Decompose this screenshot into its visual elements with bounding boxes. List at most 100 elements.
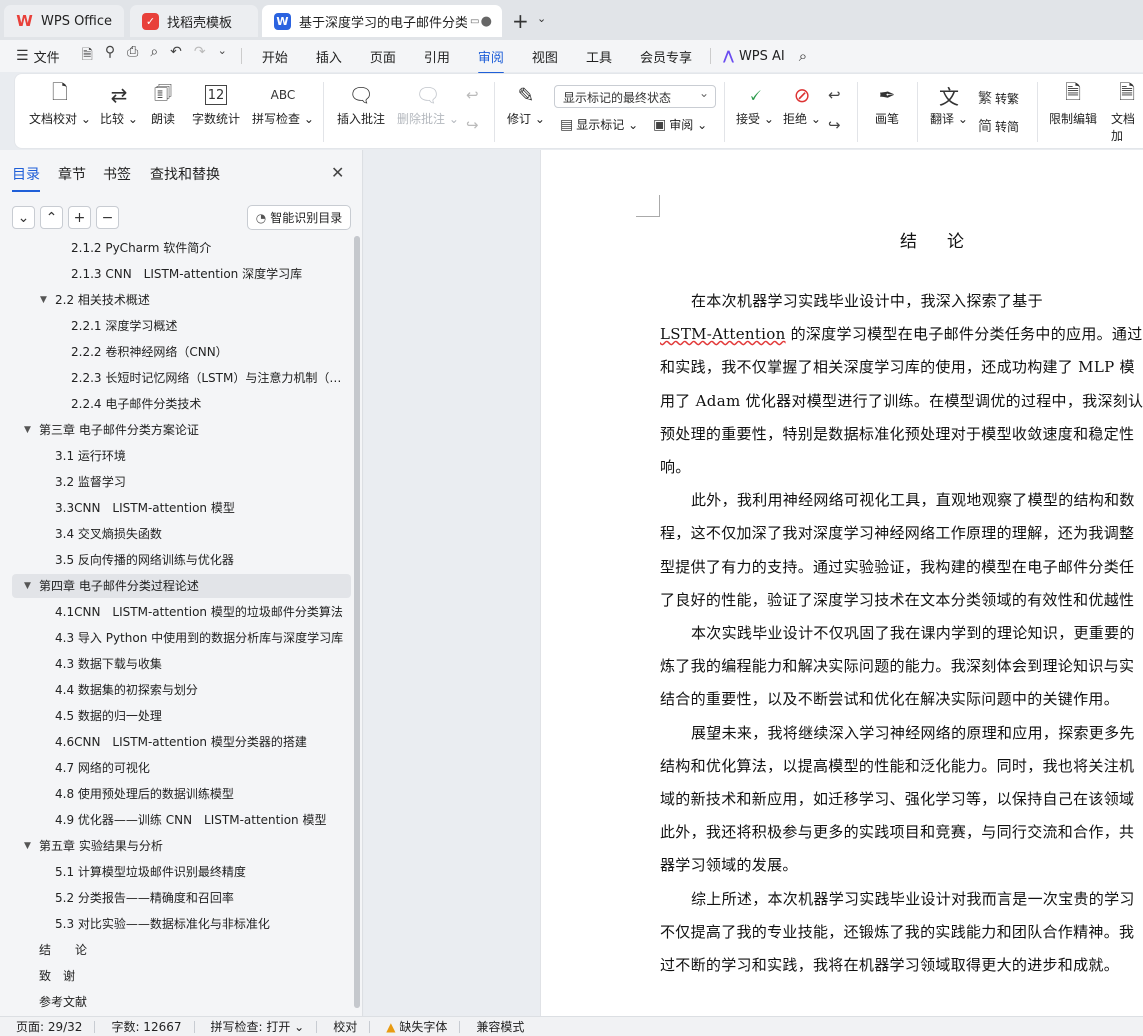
save-icon[interactable]: 🗎: [82, 44, 93, 68]
toc-item[interactable]: 2.2.1 深度学习概述: [12, 314, 351, 338]
redo-icon[interactable]: ↷: [194, 44, 206, 68]
toc-item[interactable]: 4.4 数据集的初探索与划分: [12, 678, 351, 702]
toc-item[interactable]: 4.8 使用预处理后的数据训练模型: [12, 782, 351, 806]
delete-comment-button[interactable]: 🗨 删除批注 ⌄: [397, 80, 459, 127]
toc-item[interactable]: 4.6CNN LISTM-attention 模型分类器的搭建: [12, 730, 351, 754]
prev-comment-icon[interactable]: ↩: [466, 86, 479, 104]
tab-bookmarks[interactable]: 书签: [103, 164, 131, 184]
remove-heading-button[interactable]: −: [96, 206, 119, 229]
print-icon[interactable]: ⎙: [127, 44, 138, 68]
menu-page[interactable]: 页面: [370, 47, 396, 66]
menu-review[interactable]: 审阅: [477, 47, 504, 74]
toc-item[interactable]: 4.3 导入 Python 中使用到的数据分析库与深度学习库: [12, 626, 351, 650]
compare-button[interactable]: ⇄ 比较 ⌄: [100, 80, 138, 127]
menu-home[interactable]: 开始: [262, 47, 288, 66]
toc-item[interactable]: ▼ 第五章 实验结果与分析: [12, 834, 351, 858]
next-change-icon[interactable]: ↪: [828, 116, 841, 134]
tab-sections[interactable]: 章节: [58, 164, 86, 184]
next-comment-icon[interactable]: ↪: [466, 116, 479, 134]
tab-docer[interactable]: ✓ 找稻壳模板: [130, 5, 258, 37]
toc-item[interactable]: 4.3 数据下载与收集: [12, 652, 351, 676]
encrypt-button[interactable]: 🗎 文档加: [1111, 80, 1143, 144]
search-icon[interactable]: ⌕: [799, 47, 807, 65]
toc-item[interactable]: 5.3 对比实验——数据标准化与非标准化: [12, 912, 351, 936]
word-count-button[interactable]: 12 字数统计: [192, 80, 240, 127]
ink-button[interactable]: ✒ 画笔: [875, 80, 899, 127]
smart-toc-button[interactable]: ◔ 智能识别目录: [247, 205, 351, 230]
tab-list-chevron-icon[interactable]: ⌄: [537, 12, 546, 25]
read-aloud-button[interactable]: 🗊 朗读: [151, 80, 175, 127]
unsaved-dot-icon[interactable]: ●: [481, 14, 492, 29]
word-count-status[interactable]: 字数: 12667: [111, 1018, 181, 1035]
show-markup-button[interactable]: ▤ 显示标记 ⌄: [560, 116, 638, 133]
hamburger-icon[interactable]: ☰: [16, 48, 29, 64]
accept-button[interactable]: 🗸 接受 ⌄: [736, 80, 774, 127]
toc-item[interactable]: 参考文献: [12, 990, 351, 1014]
toc-item[interactable]: 3.1 运行环境: [12, 444, 351, 468]
toc-item[interactable]: 2.2.4 电子邮件分类技术: [12, 392, 351, 416]
toc-item[interactable]: ▼ 2.2 相关技术概述: [12, 288, 351, 312]
menu-references[interactable]: 引用: [424, 47, 450, 66]
missing-font-status[interactable]: ▲ 缺失字体: [386, 1018, 447, 1035]
menu-member[interactable]: 会员专享: [640, 47, 692, 66]
toc-item[interactable]: 3.2 监督学习: [12, 470, 351, 494]
more-chevron-icon[interactable]: ⌄: [218, 44, 227, 68]
spell-check-status[interactable]: 拼写检查: 打开 ⌄: [211, 1018, 305, 1035]
toc-item[interactable]: 2.2.3 长短时记忆网络（LSTM）与注意力机制（Attention）: [12, 366, 351, 390]
scrollbar-thumb[interactable]: [354, 236, 360, 1008]
review-pane-button[interactable]: ▣ 审阅 ⌄: [653, 116, 707, 133]
toc-item[interactable]: 结 论: [12, 938, 351, 962]
page-indicator[interactable]: 页面: 29/32: [16, 1018, 82, 1035]
new-tab-button[interactable]: +: [512, 9, 529, 33]
share-icon[interactable]: ⚲: [105, 44, 115, 68]
tab-document[interactable]: W 基于深度学习的电子邮件分类 ▭ ●: [262, 5, 502, 37]
add-heading-button[interactable]: +: [68, 206, 91, 229]
compat-mode-status[interactable]: 兼容模式: [476, 1018, 524, 1035]
toc-item[interactable]: 3.3CNN LISTM-attention 模型: [12, 496, 351, 520]
toc-item[interactable]: ▼ 第四章 电子邮件分类过程论述: [12, 574, 351, 598]
toc-item[interactable]: 3.5 反向传播的网络训练与优化器: [12, 548, 351, 572]
menu-tools[interactable]: 工具: [586, 47, 612, 66]
restrict-edit-button[interactable]: 🗎 限制编辑: [1049, 80, 1097, 127]
tab-find-replace[interactable]: 查找和替换: [150, 164, 220, 184]
markup-mode-select[interactable]: 显示标记的最终状态: [554, 85, 716, 108]
toc-item[interactable]: 4.7 网络的可视化: [12, 756, 351, 780]
file-menu[interactable]: 文件: [34, 47, 60, 66]
revise-button[interactable]: ✎ 修订 ⌄: [507, 80, 545, 127]
to-traditional-button[interactable]: 繁 转繁: [978, 88, 1019, 108]
toc-item[interactable]: 2.2.2 卷积神经网络（CNN）: [12, 340, 351, 364]
toc-item[interactable]: 5.2 分类报告——精确度和召回率: [12, 886, 351, 910]
toc-item[interactable]: 4.9 优化器——训练 CNN LISTM-attention 模型: [12, 808, 351, 832]
spelling-flagged-word[interactable]: LSTM-Attention: [660, 325, 786, 343]
toc-item[interactable]: 致 谢: [12, 964, 351, 988]
expand-down-button[interactable]: ⌄: [12, 206, 35, 229]
document-page[interactable]: 结论 在本次机器学习实践毕业设计中，我深入探索了基于 LSTM-Attention…: [540, 150, 1143, 1016]
spell-check-button[interactable]: ABC 拼写检查 ⌄: [252, 80, 314, 127]
expand-triangle-icon[interactable]: ▼: [24, 574, 31, 598]
to-simplified-button[interactable]: 简 转简: [978, 116, 1019, 136]
tab-wps-office[interactable]: W WPS Office: [4, 5, 124, 37]
reject-button[interactable]: ⊘ 拒绝 ⌄: [783, 80, 821, 127]
toc-item[interactable]: 3.4 交叉熵损失函数: [12, 522, 351, 546]
close-icon[interactable]: ✕: [331, 163, 344, 182]
insert-comment-button[interactable]: 🗨 插入批注: [337, 80, 385, 127]
expand-triangle-icon[interactable]: ▼: [24, 834, 31, 858]
toc-item[interactable]: 5.1 计算模型垃圾邮件识别最终精度: [12, 860, 351, 884]
proof-status[interactable]: 校对: [333, 1018, 357, 1035]
expand-triangle-icon[interactable]: ▼: [40, 288, 47, 312]
menu-view[interactable]: 视图: [532, 47, 558, 66]
toc-item[interactable]: ▼ 第三章 电子邮件分类方案论证: [12, 418, 351, 442]
prev-change-icon[interactable]: ↩: [828, 86, 841, 104]
wps-ai-button[interactable]: ⋀ WPS AI: [723, 49, 785, 64]
toc-item[interactable]: 4.1CNN LISTM-attention 模型的垃圾邮件分类算法: [12, 600, 351, 624]
print-preview-icon[interactable]: ⌕: [150, 44, 158, 68]
menu-insert[interactable]: 插入: [316, 47, 342, 66]
translate-button[interactable]: 文 翻译 ⌄: [930, 80, 968, 127]
collapse-up-button[interactable]: ⌃: [40, 206, 63, 229]
toc-item[interactable]: 4.5 数据的归一处理: [12, 704, 351, 728]
tab-toc[interactable]: 目录: [12, 164, 40, 192]
toc-item[interactable]: 2.1.3 CNN LISTM-attention 深度学习库: [12, 262, 351, 286]
toc-item[interactable]: 2.1.2 PyCharm 软件简介: [12, 238, 351, 260]
toc-scrollbar[interactable]: [354, 236, 360, 1008]
undo-icon[interactable]: ↶: [170, 44, 182, 68]
